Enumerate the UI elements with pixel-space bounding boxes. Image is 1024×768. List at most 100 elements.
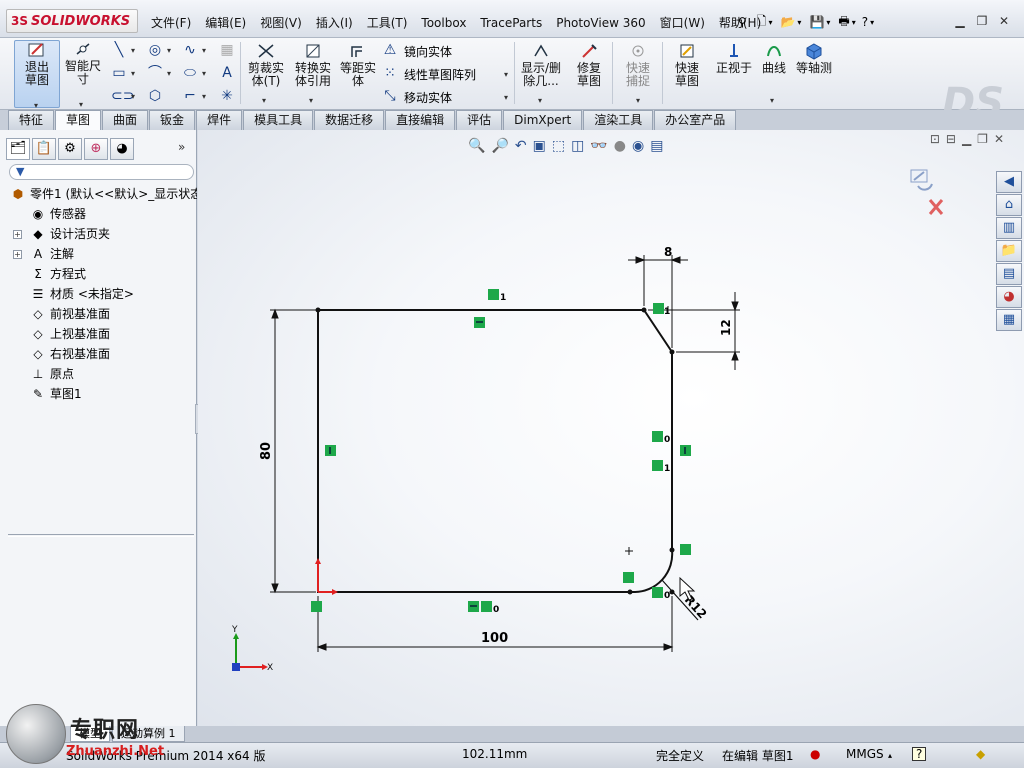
trim-entities-button[interactable]: 剪裁实体(T) ▾ — [244, 42, 288, 106]
menu-item[interactable]: 插入(I) — [309, 14, 360, 32]
chevron-down-icon[interactable]: ▾ — [131, 92, 135, 101]
ellipse-icon[interactable]: ⬭ — [182, 65, 198, 81]
circle-icon[interactable]: ◎ — [147, 42, 163, 58]
rectangle-icon[interactable]: ▭ — [111, 65, 127, 81]
command-tab[interactable]: 评估 — [456, 110, 503, 130]
chevron-down-icon[interactable]: ▾ — [504, 70, 508, 79]
menu-item[interactable]: PhotoView 360 — [549, 14, 652, 32]
chevron-down-icon[interactable]: ▾ — [202, 46, 206, 55]
new-document-icon[interactable]: 🗋 — [757, 12, 767, 33]
command-tab[interactable]: 钣金 — [149, 110, 196, 130]
menu-item[interactable]: 窗口(W) — [653, 14, 712, 32]
menu-item[interactable]: TraceParts — [473, 14, 549, 32]
command-tab[interactable]: 直接编辑 — [385, 110, 456, 130]
tree-root-part[interactable]: ⬢ 零件1 (默认<<默认>_显示状态 — [0, 184, 197, 204]
command-tab[interactable]: 曲面 — [102, 110, 149, 130]
move-icon[interactable]: ⤡ — [382, 88, 398, 104]
tree-item[interactable]: ⊥ 原点 — [0, 364, 197, 384]
tree-item[interactable]: ✎ 草图1 — [0, 384, 197, 404]
help-dropdown-icon[interactable]: ▾ — [870, 18, 874, 27]
graphics-area[interactable]: ⊡ ⊟ ▁ ❐ ✕ 🔍 🔎 ↶ ▣ ⬚ ◫ 👓 ● ◉ ▤ ◀ ⌂ ▥ 📁 ▤ … — [198, 130, 1024, 726]
expand-icon[interactable]: + — [13, 230, 22, 239]
coincident-relation-icon[interactable] — [652, 431, 663, 442]
coincident-relation-icon[interactable] — [653, 303, 664, 314]
sketch-canvas[interactable]: 100 80 8 12 R12 1 1 0 1 0 0 Y X — [198, 130, 1024, 726]
configuration-manager-tab-icon[interactable]: ⚙ — [58, 138, 82, 160]
smart-dimension-button[interactable]: 智能尺寸 ▾ — [62, 40, 104, 109]
curves-button[interactable]: 曲线 ▾ — [758, 42, 790, 106]
menu-item[interactable]: 文件(F) — [144, 14, 198, 32]
move-entities-button[interactable]: 移动实体 — [404, 89, 452, 106]
chevron-down-icon[interactable]: ▾ — [636, 94, 640, 107]
chevron-down-icon[interactable]: ▾ — [131, 46, 135, 55]
text-icon[interactable]: A — [219, 65, 235, 81]
coincident-relation-icon[interactable] — [652, 460, 663, 471]
chevron-down-icon[interactable]: ▾ — [309, 94, 313, 107]
tree-item[interactable]: ◇ 前视基准面 — [0, 304, 197, 324]
rebuild-traffic-light-icon[interactable]: ● — [810, 747, 820, 761]
coincident-relation-icon[interactable] — [652, 587, 663, 598]
mirror-entities-button[interactable]: 镜向实体 — [404, 43, 452, 60]
spline-icon[interactable]: ∿ — [182, 42, 198, 58]
tree-item[interactable]: + A 注解 — [0, 244, 197, 264]
sketch-profile[interactable] — [317, 309, 674, 594]
repair-sketch-button[interactable]: 修复草图 — [568, 42, 610, 106]
command-tab[interactable]: 办公室产品 — [654, 110, 737, 130]
polygon-icon[interactable]: ⬡ — [147, 88, 163, 104]
app-logo[interactable]: 3S SOLIDWORKS — [6, 9, 138, 33]
tree-item[interactable]: Σ 方程式 — [0, 264, 197, 284]
line-icon[interactable]: ╲ — [111, 42, 127, 58]
close-icon[interactable]: ✕ — [996, 13, 1012, 29]
print-dropdown-icon[interactable]: ▾ — [852, 18, 856, 27]
command-tab[interactable]: 模具工具 — [243, 110, 314, 130]
arc-icon[interactable]: ⌒ — [147, 65, 163, 81]
grid-icon[interactable]: ▦ — [219, 42, 235, 58]
restore-icon[interactable]: ❐ — [974, 13, 990, 29]
tangent-relation-icon[interactable] — [680, 544, 691, 555]
tangent-relation-icon[interactable] — [623, 572, 634, 583]
open-dropdown-icon[interactable]: ▾ — [797, 18, 801, 27]
expand-icon[interactable]: + — [13, 250, 22, 259]
save-icon[interactable]: 💾 — [809, 15, 824, 29]
dimension-chamfer-x[interactable] — [628, 255, 688, 348]
coincident-relation-icon[interactable] — [481, 601, 492, 612]
tree-item[interactable]: ◇ 上视基准面 — [0, 324, 197, 344]
fixed-relation-icon[interactable] — [311, 601, 322, 612]
dimension-chamfer-y-label[interactable]: 12 — [719, 319, 733, 336]
rapid-sketch-button[interactable]: 快速草图 — [666, 42, 708, 106]
new-dropdown-icon[interactable]: ▾ — [768, 18, 772, 27]
fillet-icon[interactable]: ⌐ — [182, 88, 198, 104]
sketch-origin-icon[interactable] — [315, 558, 338, 595]
open-folder-icon[interactable]: 📂 — [780, 15, 795, 29]
save-dropdown-icon[interactable]: ▾ — [826, 18, 830, 27]
feature-manager-tab-icon[interactable]: 🗂 — [6, 138, 30, 160]
pin-icon[interactable]: ⚲ — [738, 15, 747, 29]
dimension-width-label[interactable]: 100 — [481, 631, 508, 646]
chevron-down-icon[interactable]: ▾ — [167, 69, 171, 78]
command-tab[interactable]: 数据迁移 — [314, 110, 385, 130]
exit-sketch-button[interactable]: 退出草图 ▾ — [14, 40, 60, 110]
chevron-down-icon[interactable]: ▾ — [262, 94, 266, 107]
command-tab[interactable]: 渲染工具 — [583, 110, 654, 130]
display-manager-tab-icon[interactable]: ◕ — [110, 138, 134, 160]
point-icon[interactable]: ✳ — [219, 88, 235, 104]
tree-item[interactable]: + ◆ 设计活页夹 — [0, 224, 197, 244]
dimxpert-manager-tab-icon[interactable]: ⊕ — [84, 138, 108, 160]
display-delete-relations-button[interactable]: 显示/删除几... ▾ — [518, 42, 564, 106]
units-selector[interactable]: MMGS — [846, 747, 884, 761]
menu-item[interactable]: Toolbox — [414, 14, 473, 32]
chevron-down-icon[interactable]: ▾ — [504, 93, 508, 102]
menu-item[interactable]: 工具(T) — [360, 14, 415, 32]
tag-icon[interactable]: ◆ — [976, 747, 985, 761]
linear-pattern-icon[interactable]: ⁙ — [382, 65, 398, 81]
tree-item[interactable]: ◇ 右视基准面 — [0, 344, 197, 364]
chevron-down-icon[interactable]: ▾ — [770, 94, 774, 107]
print-icon[interactable]: 🖶 — [838, 12, 849, 33]
chevron-down-icon[interactable]: ▾ — [131, 69, 135, 78]
status-help-icon[interactable]: ? — [912, 747, 927, 761]
command-tab[interactable]: 特征 — [8, 110, 55, 130]
command-tab[interactable]: 焊件 — [196, 110, 243, 130]
convert-entities-button[interactable]: 转换实体引用 ▾ — [290, 42, 336, 106]
isometric-button[interactable]: 等轴测 — [792, 42, 836, 106]
tree-filter-icon[interactable]: ▼ — [9, 164, 194, 180]
